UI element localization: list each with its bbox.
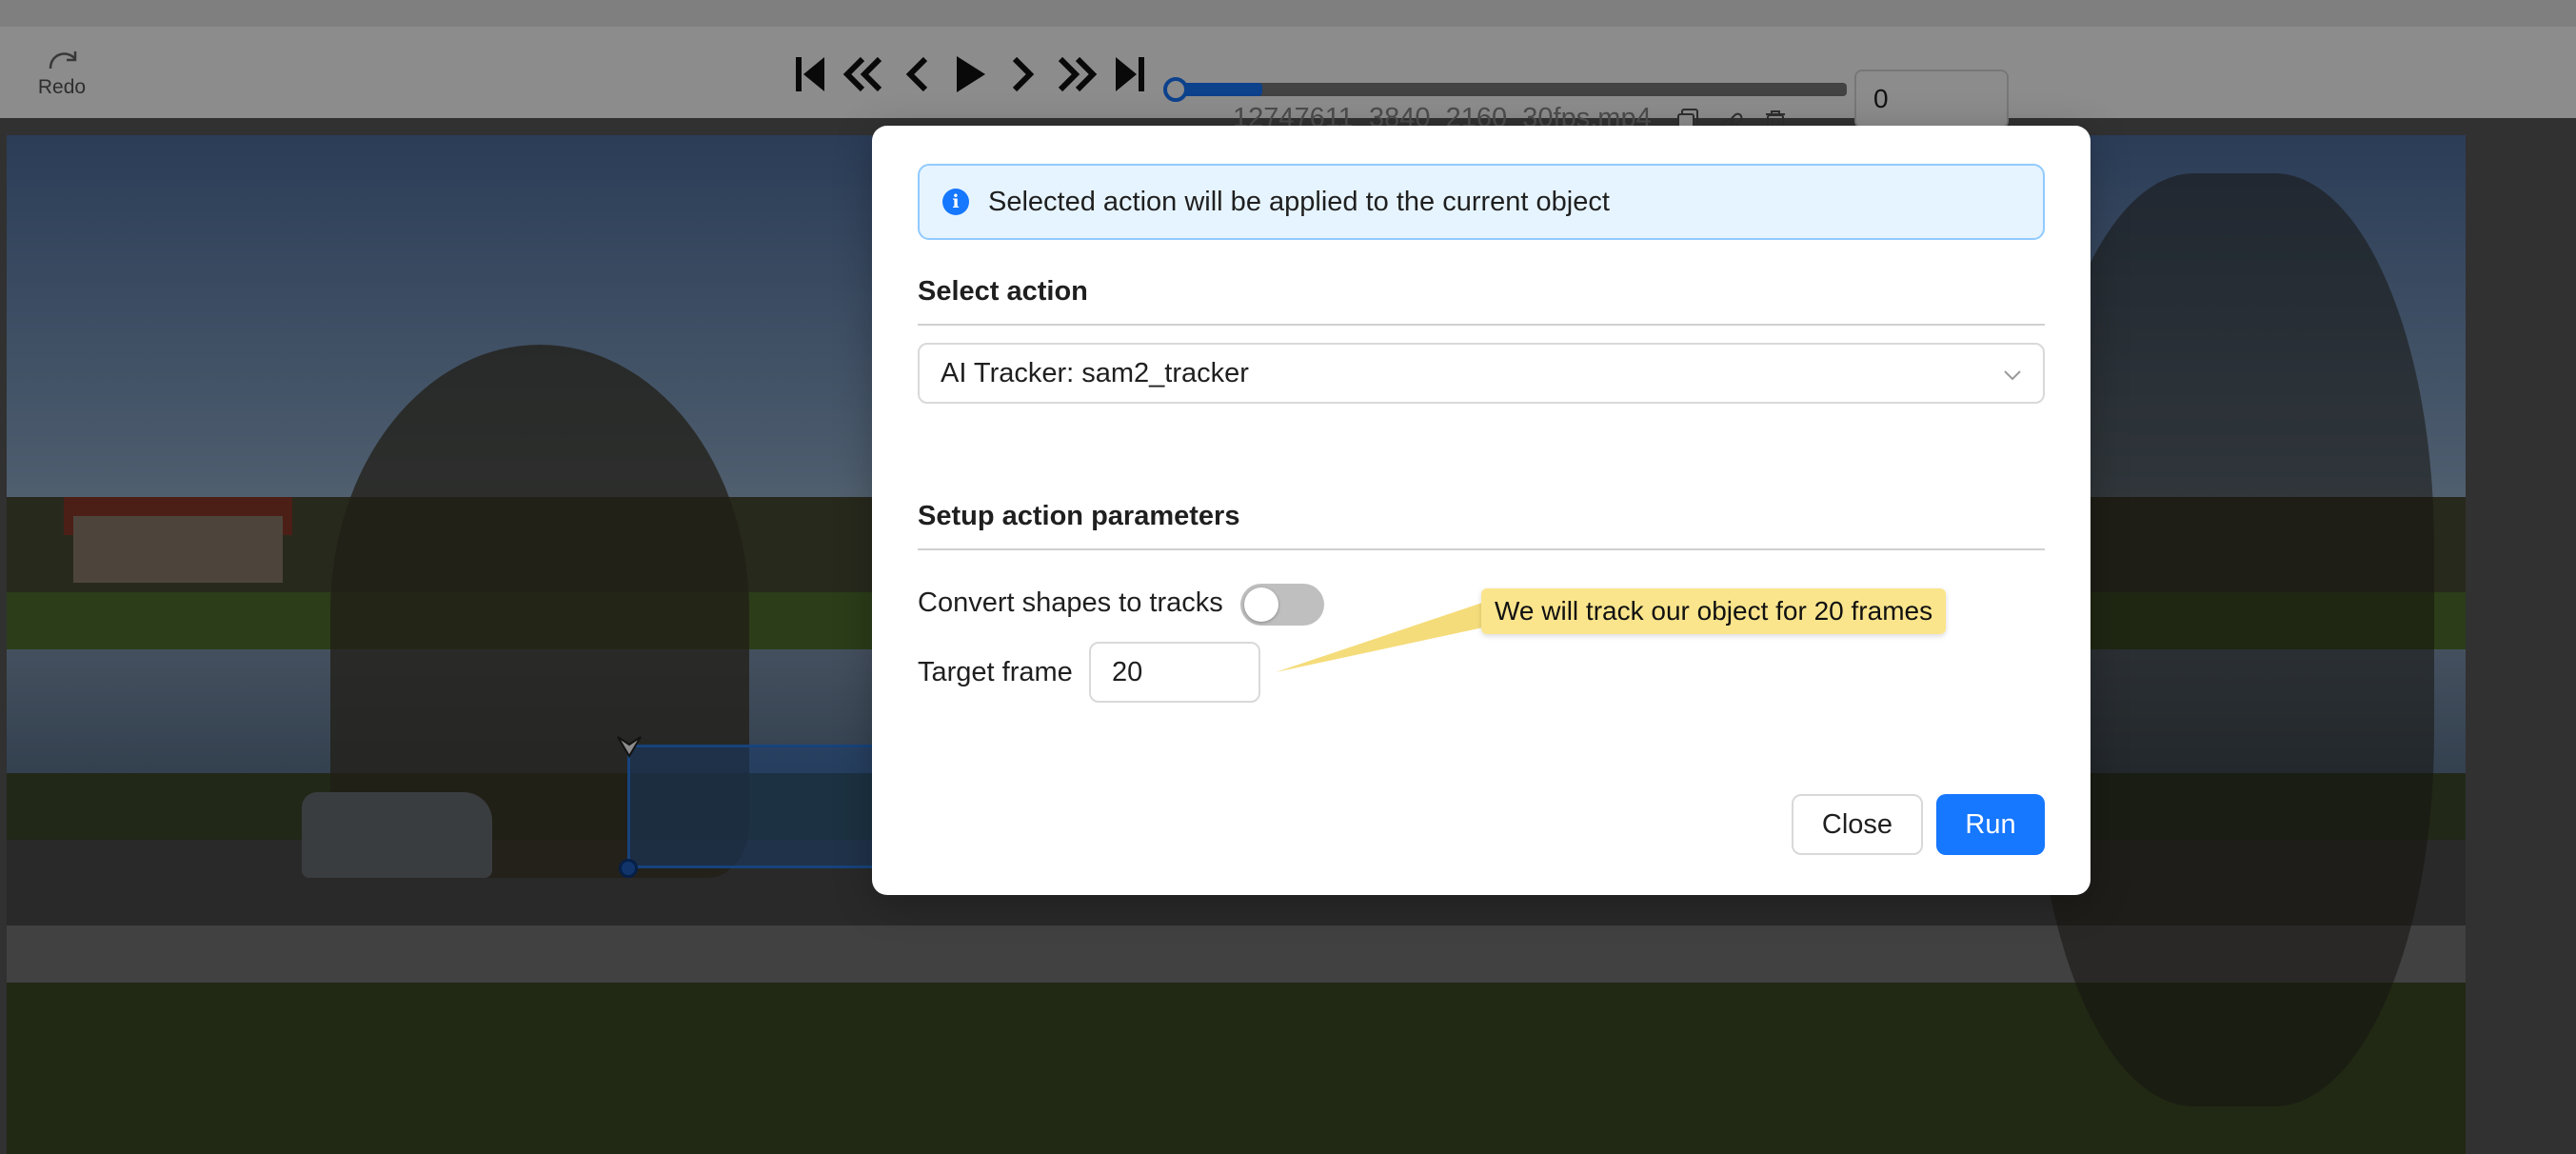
- divider: [918, 324, 2045, 326]
- select-action-title: Select action: [918, 276, 1088, 307]
- divider: [918, 548, 2045, 550]
- convert-shapes-toggle[interactable]: [1240, 584, 1324, 626]
- run-button[interactable]: Run: [1936, 794, 2045, 855]
- action-dialog: i Selected action will be applied to the…: [872, 126, 2091, 895]
- action-select[interactable]: AI Tracker: sam2_tracker: [918, 343, 2045, 404]
- chevron-down-icon: [2004, 370, 2021, 381]
- target-frame-input[interactable]: [1089, 642, 1260, 703]
- close-button[interactable]: Close: [1792, 794, 1923, 855]
- setup-parameters-title: Setup action parameters: [918, 501, 1240, 531]
- convert-shapes-label: Convert shapes to tracks: [918, 587, 1223, 618]
- info-icon: i: [942, 189, 969, 215]
- action-select-value: AI Tracker: sam2_tracker: [941, 357, 1249, 388]
- toggle-knob: [1244, 587, 1278, 622]
- tutorial-callout: We will track our object for 20 frames: [1481, 588, 1947, 634]
- target-frame-label: Target frame: [918, 657, 1073, 687]
- alert-text: Selected action will be applied to the c…: [988, 186, 1610, 217]
- info-alert: i Selected action will be applied to the…: [918, 164, 2045, 240]
